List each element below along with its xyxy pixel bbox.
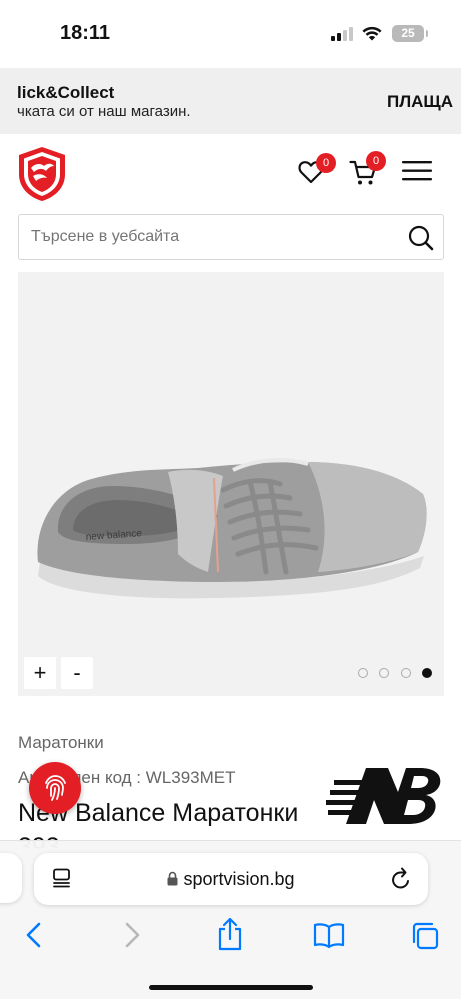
bookmarks-icon[interactable] xyxy=(313,921,345,949)
fingerprint-button[interactable] xyxy=(29,762,81,814)
home-indicator[interactable] xyxy=(149,985,313,990)
zoom-out-button[interactable]: - xyxy=(61,657,93,689)
share-icon[interactable] xyxy=(217,917,243,951)
new-balance-logo[interactable] xyxy=(326,766,444,826)
slide-dot[interactable] xyxy=(379,668,389,678)
promo-banner[interactable]: lick&Collect чката си от наш магазин. ПЛ… xyxy=(0,68,461,134)
previous-tab-peek[interactable] xyxy=(0,853,22,903)
product-category[interactable]: Маратонки xyxy=(18,733,104,753)
slide-dot-active[interactable] xyxy=(422,668,432,678)
cart-button[interactable]: 0 xyxy=(349,151,386,191)
search-icon[interactable] xyxy=(407,224,435,252)
cart-count-badge: 0 xyxy=(366,151,386,171)
lock-icon xyxy=(167,871,178,886)
wishlist-button[interactable]: 0 xyxy=(298,153,336,189)
status-bar: 18:11 25 xyxy=(0,0,461,68)
search-box xyxy=(18,214,444,260)
status-time: 18:11 xyxy=(60,22,111,44)
search-input[interactable] xyxy=(31,215,401,259)
reload-icon[interactable] xyxy=(390,867,412,891)
browser-toolbar: sportvision.bg xyxy=(0,840,461,999)
slide-dot[interactable] xyxy=(401,668,411,678)
battery-icon: 25 xyxy=(392,25,428,42)
promo-subtitle: чката си от наш магазин. xyxy=(17,103,191,120)
tabs-icon[interactable] xyxy=(410,921,440,951)
wifi-icon xyxy=(362,26,382,41)
sportvision-logo[interactable] xyxy=(17,146,67,202)
address-bar[interactable]: sportvision.bg xyxy=(34,853,428,905)
back-icon[interactable] xyxy=(24,921,44,949)
promo-secondary-text: ПЛАЩА xyxy=(387,92,454,111)
forward-icon[interactable] xyxy=(122,921,142,949)
slide-dot[interactable] xyxy=(358,668,368,678)
site-header: 0 0 xyxy=(0,134,461,212)
url-display[interactable]: sportvision.bg xyxy=(34,869,428,890)
wishlist-count-badge: 0 xyxy=(316,153,336,173)
shoe-image: new balance xyxy=(37,458,427,599)
product-gallery[interactable]: new balance + - xyxy=(18,272,444,696)
zoom-in-button[interactable]: + xyxy=(24,657,56,689)
menu-icon[interactable] xyxy=(402,160,432,182)
url-text: sportvision.bg xyxy=(183,869,295,889)
promo-title: lick&Collect xyxy=(17,83,115,102)
cellular-signal-icon xyxy=(331,27,355,41)
fingerprint-icon xyxy=(45,775,66,801)
